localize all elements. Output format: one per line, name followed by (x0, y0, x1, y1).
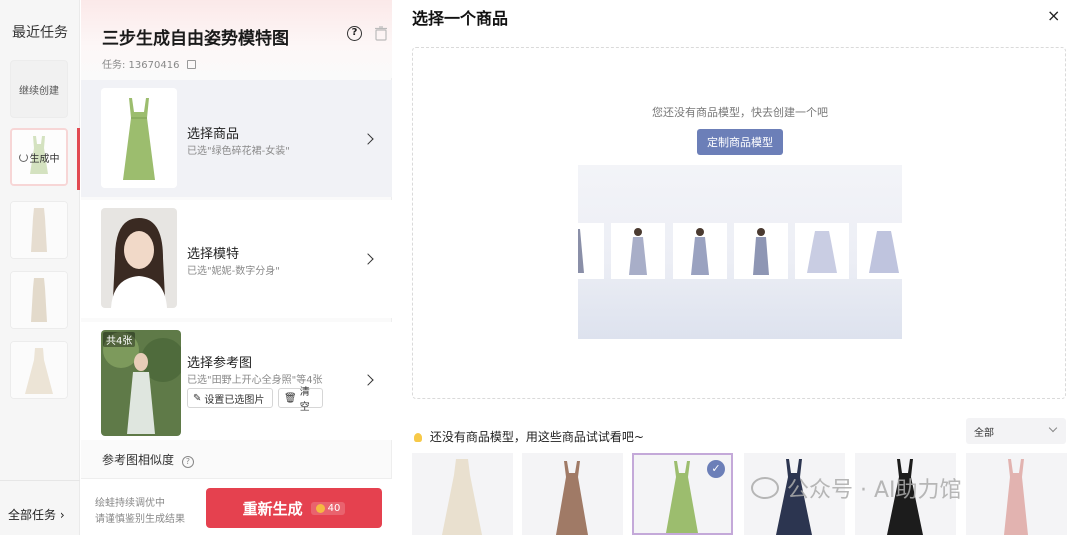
sample-product[interactable] (412, 453, 513, 535)
dress-card (734, 223, 788, 279)
chevron-right-icon (362, 374, 374, 386)
beige-dress-thumb (11, 272, 67, 328)
cost-badge: 40 (310, 501, 346, 515)
dress-card (795, 223, 849, 279)
trash-icon[interactable] (375, 26, 387, 41)
recent-tasks-sidebar: 最近任务 继续创建 生成中 全部任务 › (0, 0, 80, 535)
product-image (101, 88, 177, 188)
dress-card (673, 223, 727, 279)
chevron-right-icon (362, 133, 374, 145)
model-image (101, 208, 177, 308)
edit-icon: ✎ (193, 392, 202, 404)
set-selected-images-label: 设置已选图片 (204, 394, 265, 406)
pink-slip-dress-image (1004, 459, 1028, 535)
cream-halter-dress-image (442, 459, 482, 535)
generating-overlay: 生成中 (12, 130, 66, 184)
empty-state-text: 您还没有商品模型，快去创建一个吧 (652, 106, 828, 119)
select-product-dialog: 选择一个商品 × 您还没有商品模型，快去创建一个吧 定制商品模型 还没有商品模型… (393, 0, 1080, 535)
wechat-icon (751, 477, 779, 499)
footer-note: 绘蛙持续调优中 (95, 498, 165, 509)
task-id-text: 任务: 13670416 (102, 60, 180, 71)
steps-header: 三步生成自由姿势模特图 ? 任务: 13670416 (81, 0, 392, 78)
chevron-down-icon (1048, 423, 1058, 433)
step-label: 选择模特 (187, 247, 240, 262)
cost-value: 40 (327, 502, 341, 514)
category-filter-select[interactable]: 全部 (966, 418, 1066, 444)
step-select-product[interactable]: 选择商品 已选"绿色碎花裙-女装" (81, 80, 392, 197)
all-tasks-label: 全部任务 (8, 508, 57, 522)
help-icon[interactable]: ? (181, 456, 194, 468)
similarity-row: 参考图相似度 ? (102, 451, 194, 468)
page-title: 三步生成自由姿势模特图 (102, 29, 289, 49)
set-selected-images-button[interactable]: ✎ 设置已选图片 (187, 388, 273, 408)
chevron-right-icon: › (59, 508, 65, 522)
steps-footer: 绘蛙持续调优中 请谨慎鉴别生成结果 重新生成 40 (81, 478, 392, 535)
reference-count: 共4张 (103, 332, 136, 347)
watermark: 公众号 · AI助力馆 (751, 472, 962, 504)
halter-dress-thumb (11, 342, 67, 398)
divider (0, 480, 80, 481)
step-select-model[interactable]: 选择模特 已选"妮妮-数字分身" (81, 200, 392, 318)
sample-product-selected[interactable]: ✓ (632, 453, 733, 535)
check-icon: ✓ (707, 460, 725, 478)
lightbulb-icon (414, 433, 422, 442)
step-label: 选择商品 (187, 127, 240, 142)
dress-strip (578, 223, 902, 281)
regenerate-label: 重新生成 (242, 499, 303, 518)
illustration-banner (578, 165, 902, 339)
task-thumb-beige-dress-1[interactable] (10, 201, 68, 259)
suggestion-text: 还没有商品模型，用这些商品试试看吧~ (429, 430, 644, 444)
filter-value: 全部 (974, 428, 994, 439)
step-label: 选择参考图 (187, 356, 253, 371)
sample-product[interactable] (966, 453, 1067, 535)
reference-image: 共4张 (101, 330, 181, 436)
dress-card (578, 223, 604, 279)
copy-icon[interactable] (186, 60, 196, 69)
green-dress-image (101, 88, 177, 188)
trash-icon: 🗑 (284, 392, 297, 404)
model-portrait (101, 208, 177, 308)
task-id: 任务: 13670416 (102, 56, 196, 71)
active-indicator (77, 128, 80, 190)
dress-card (611, 223, 665, 279)
steps-panel: 三步生成自由姿势模特图 ? 任务: 13670416 选择商品 已选"绿色碎花裙… (81, 0, 392, 535)
clear-label: 清空 (299, 387, 310, 413)
task-thumb-halter-dress[interactable] (10, 341, 68, 399)
sample-product[interactable] (522, 453, 623, 535)
step-selection: 已选"绿色碎花裙-女装" (187, 146, 290, 157)
regenerate-button[interactable]: 重新生成 40 (206, 488, 382, 528)
suggestion-tip: 还没有商品模型，用这些商品试试看吧~ (414, 428, 644, 445)
loading-spinner-icon (18, 152, 28, 162)
close-icon[interactable]: × (1047, 6, 1060, 25)
clear-button[interactable]: 🗑 清空 (278, 387, 323, 413)
watermark-text: 公众号 · AI助力馆 (787, 478, 962, 503)
brown-floral-dress-image (556, 461, 588, 535)
custom-product-model-button[interactable]: 定制商品模型 (697, 129, 783, 155)
all-tasks-link[interactable]: 全部任务 › (8, 506, 65, 523)
beige-dress-thumb (11, 202, 67, 258)
step-select-reference[interactable]: 共4张 选择参考图 已选"田野上开心全身照"等4张 ✎ 设置已选图片 🗑 清空 (81, 322, 392, 440)
custom-product-model-label: 定制商品模型 (707, 136, 773, 149)
continue-create-label: 继续创建 (19, 85, 59, 97)
dress-card (857, 223, 902, 279)
dialog-title: 选择一个商品 (412, 9, 509, 28)
similarity-label: 参考图相似度 (102, 453, 175, 467)
footer-note: 请谨慎鉴别生成结果 (95, 514, 185, 525)
chevron-right-icon (362, 253, 374, 265)
recent-tasks-title: 最近任务 (12, 25, 68, 41)
task-thumb-beige-dress-2[interactable] (10, 271, 68, 329)
generating-label: 生成中 (29, 153, 60, 165)
task-thumb-generating[interactable]: 生成中 (10, 128, 68, 186)
product-model-empty-area: 您还没有商品模型，快去创建一个吧 定制商品模型 (412, 47, 1066, 399)
step-selection: 已选"妮妮-数字分身" (187, 266, 280, 277)
coin-icon (315, 503, 325, 513)
continue-create-button[interactable]: 继续创建 (10, 60, 68, 118)
help-icon[interactable]: ? (347, 26, 362, 41)
